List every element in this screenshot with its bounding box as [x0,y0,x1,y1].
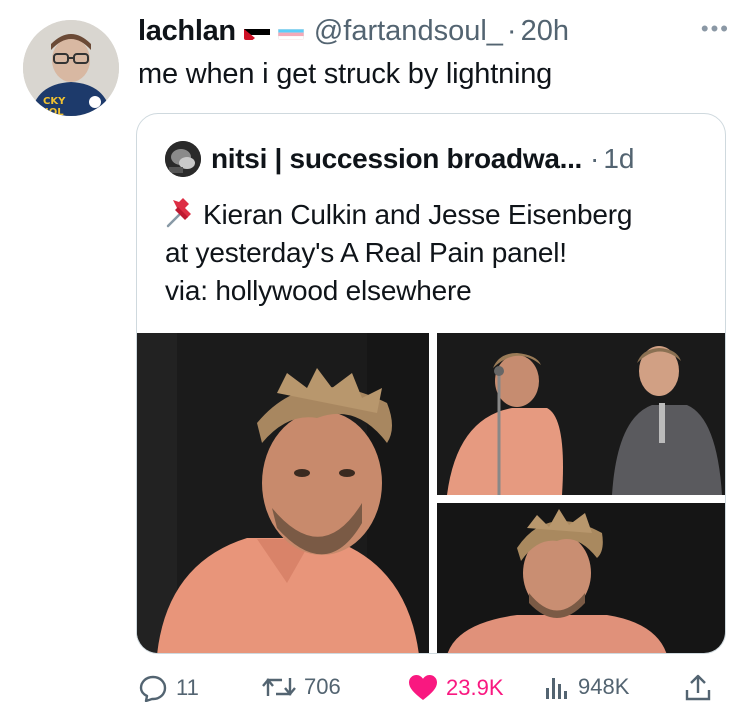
reply-button[interactable]: 11 [138,674,199,702]
retweet-button[interactable]: 706 [262,674,341,700]
reply-count: 11 [176,675,199,700]
quoted-time[interactable]: 1d [603,143,634,175]
quoted-text: Kieran Culkin and Jesse Eisenberg at yes… [165,196,705,310]
media-photo-1[interactable] [137,333,429,653]
media-photo-2[interactable] [437,333,725,495]
share-icon [685,674,711,701]
tweet-text: me when i get struck by lightning [138,58,553,90]
reply-icon [139,675,167,702]
quoted-line-2: at yesterday's A Real Pain panel! [165,237,567,268]
views-icon [546,678,567,699]
separator-dot: · [506,14,517,47]
svg-text:IOL: IOL [45,107,64,116]
like-count: 23.9K [446,674,504,700]
tweet-header: lachlan @fartandsoul_ · 20h ••• [138,10,730,52]
quoted-tweet[interactable]: nitsi | succession broadwa... · 1d Kiera… [136,113,726,654]
transgender-flag-icon [277,22,304,40]
quoted-line-3: via: hollywood elsewhere [165,275,472,306]
author-name[interactable]: lachlan [138,15,236,48]
like-button[interactable]: 23.9K [408,674,504,701]
views-count: 948K [578,674,630,699]
retweet-icon [262,678,296,696]
media-photo-3[interactable] [437,503,725,653]
quoted-line-1: Kieran Culkin and Jesse Eisenberg [203,199,633,230]
views-button[interactable]: 948K [544,674,629,700]
quoted-avatar[interactable] [165,141,201,177]
palestine-flag-icon [243,22,270,40]
more-options-icon[interactable]: ••• [701,16,730,42]
retweet-count: 706 [304,674,341,699]
pushpin-icon [165,198,197,228]
tweet-time[interactable]: 20h [521,15,569,48]
quoted-header: nitsi | succession broadwa... · 1d [165,141,635,177]
media-grid [137,333,725,653]
tweet-actions: 11 706 23.9K 948K [138,664,718,716]
author-handle[interactable]: @fartandsoul_ [314,15,503,48]
share-button[interactable] [684,674,720,702]
svg-text:CKY: CKY [43,96,66,107]
separator-dot: · [590,143,600,174]
heart-icon [409,675,437,700]
author-avatar[interactable]: CKY IOL [23,20,119,116]
quoted-author-name[interactable]: nitsi | succession broadwa... [211,143,582,175]
